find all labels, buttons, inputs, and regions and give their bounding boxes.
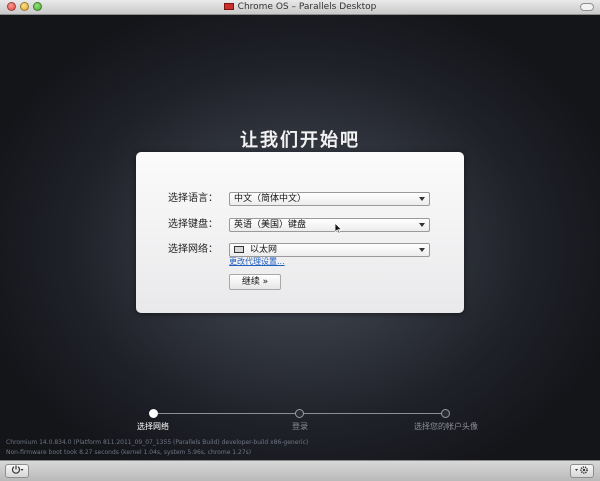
step-dot-avatar [441, 409, 450, 418]
boot-time-info: Non-firmware boot took 8.27 seconds (ker… [6, 449, 252, 456]
parallels-window: Chrome OS – Parallels Desktop 让我们开始吧 选择语… [0, 0, 600, 481]
network-select-value: 以太网 [250, 245, 278, 255]
continue-button[interactable]: 继续 » [229, 274, 281, 290]
step-label-network: 选择网络 [137, 422, 169, 431]
proxy-settings-link[interactable]: 更改代理设置... [229, 256, 285, 267]
language-select[interactable]: 中文（简体中文） [229, 192, 430, 206]
chevron-down-icon [419, 223, 425, 227]
network-select[interactable]: 以太网 [229, 243, 430, 257]
window-title: Chrome OS – Parallels Desktop [237, 2, 377, 12]
step-dot-network [149, 409, 158, 418]
power-icon [11, 465, 24, 474]
parallels-bottom-bar [0, 460, 600, 481]
progress-track-2 [300, 413, 446, 414]
language-label: 选择语言： [168, 193, 218, 204]
title-bar: Chrome OS – Parallels Desktop [0, 0, 600, 15]
toolbar-toggle-button[interactable] [580, 3, 594, 11]
keyboard-label: 选择键盘： [168, 219, 218, 230]
gear-icon [575, 466, 588, 474]
parallels-app-icon [223, 3, 234, 10]
step-label-login: 登录 [292, 422, 308, 431]
keyboard-select[interactable]: 英语（美国）键盘 [229, 218, 430, 232]
version-info: Chromium 14.0.834.0 (Platform 811.2011_0… [6, 439, 309, 446]
chevron-down-icon [419, 248, 425, 252]
settings-menu-button[interactable] [570, 464, 594, 478]
step-label-avatar: 选择您的帐户头像 [414, 422, 478, 431]
setup-card: 选择语言： 中文（简体中文） 选择键盘： 英语（美国）键盘 选择网络： 以太网 … [136, 152, 464, 313]
power-menu-button[interactable] [5, 464, 29, 478]
progress-track-1 [154, 413, 300, 414]
mouse-cursor-icon [335, 223, 343, 234]
ethernet-icon [234, 246, 244, 253]
page-title: 让我们开始吧 [240, 130, 360, 151]
chevron-down-icon [419, 197, 425, 201]
network-label: 选择网络： [168, 244, 218, 255]
keyboard-select-value: 英语（美国）键盘 [234, 220, 307, 230]
step-dot-login [295, 409, 304, 418]
language-select-value: 中文（简体中文） [234, 194, 307, 204]
